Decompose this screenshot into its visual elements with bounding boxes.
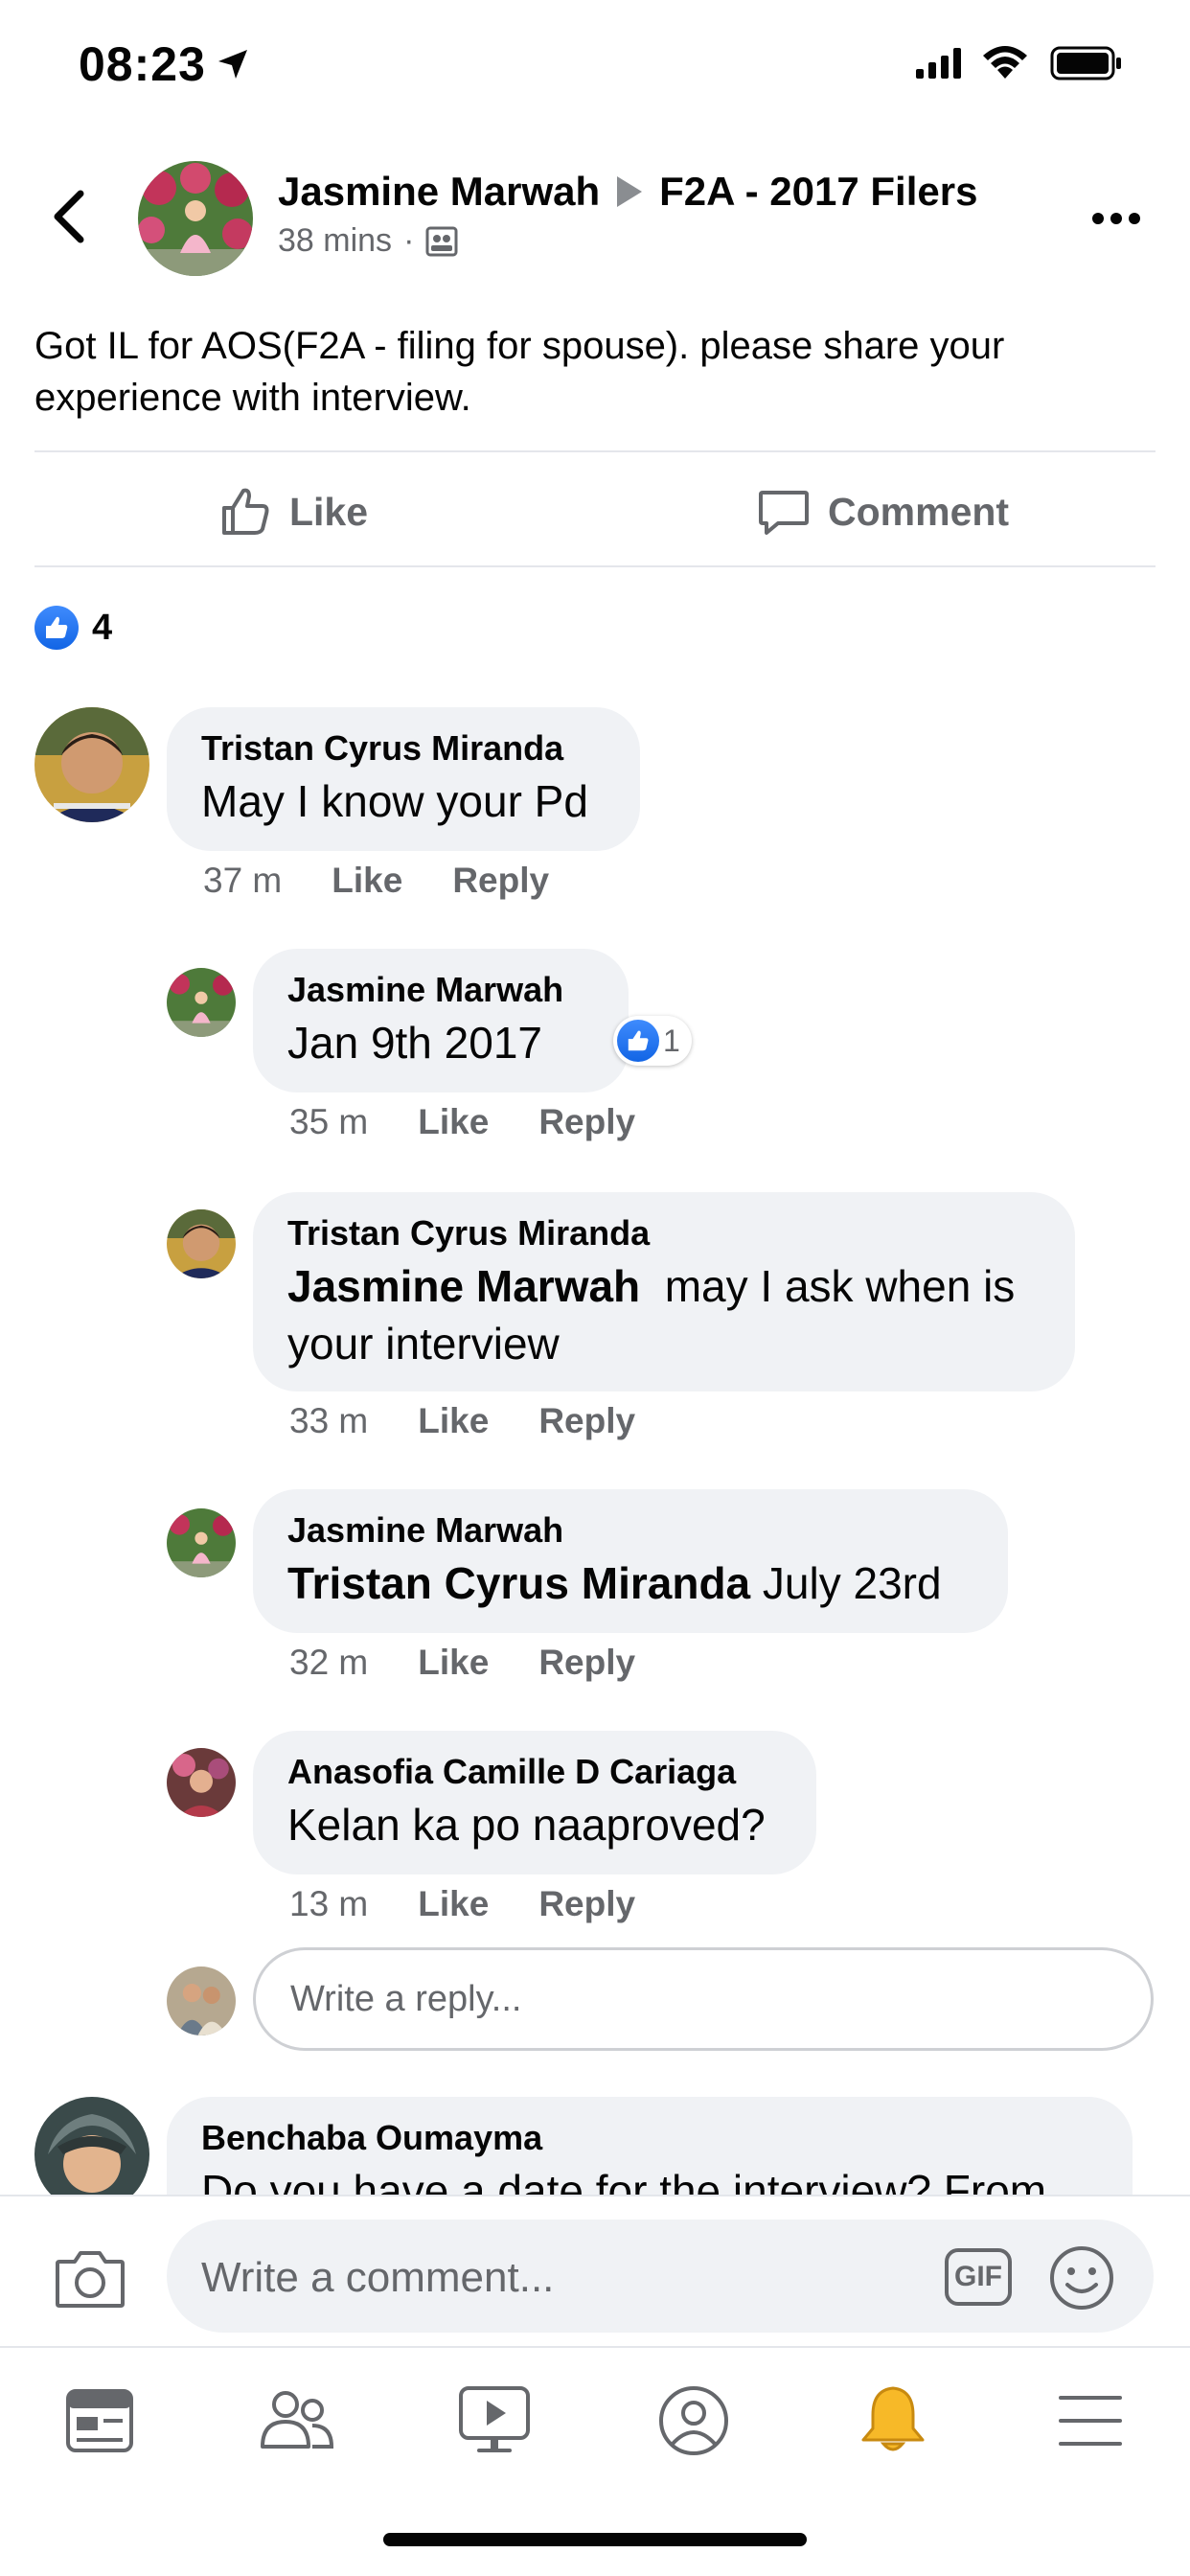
divider <box>34 450 1156 452</box>
comment-like-button[interactable]: Like <box>418 1102 489 1142</box>
comment-like-button[interactable]: Like <box>418 1643 489 1683</box>
cellular-signal-icon <box>916 48 961 79</box>
comment-text-wrap: Jasmine Marwah may I ask when is your in… <box>287 1257 1039 1372</box>
divider <box>34 565 1156 567</box>
comment-like-button[interactable]: Like <box>418 1401 489 1441</box>
reply-input[interactable]: Write a reply... <box>253 1947 1154 2051</box>
comment-reply-button[interactable]: Reply <box>452 861 549 901</box>
comment-reply-button[interactable]: Reply <box>538 1884 635 1924</box>
comment-time: 32 m <box>289 1643 369 1682</box>
post-meta: 38 mins · <box>278 222 458 260</box>
comment-composer: Write a comment... GIF <box>0 2195 1190 2346</box>
post-time[interactable]: 38 mins <box>278 222 392 260</box>
comment-author[interactable]: Jasmine Marwah <box>287 970 592 1010</box>
reaction-count: 4 <box>92 607 113 648</box>
comment-like-button[interactable]: Like <box>332 861 402 901</box>
comment-text: May I know your Pd <box>201 776 588 826</box>
commenter-avatar[interactable] <box>167 1748 236 1817</box>
comment-actions: 37 m Like Reply <box>203 861 549 901</box>
camera-icon[interactable] <box>54 2248 126 2310</box>
comment-like-button[interactable]: Like <box>418 1884 489 1924</box>
meta-separator: · <box>403 222 415 259</box>
comment-bubble-icon <box>759 491 809 535</box>
profile-icon <box>659 2386 728 2455</box>
comment-time: 37 m <box>203 861 283 900</box>
comment-author[interactable]: Jasmine Marwah <box>287 1510 972 1551</box>
notifications-icon <box>861 2386 925 2451</box>
comment-author[interactable]: Anasofia Camille D Cariaga <box>287 1752 780 1792</box>
emoji-icon[interactable] <box>1048 2244 1115 2312</box>
status-time: 08:23 <box>79 37 206 91</box>
comment-time: 13 m <box>289 1884 369 1923</box>
post-author-name[interactable]: Jasmine Marwah <box>278 169 600 215</box>
like-label: Like <box>289 489 369 534</box>
tab-watch[interactable] <box>456 2382 533 2459</box>
comment-bubble: Tristan Cyrus Miranda May I know your Pd <box>167 707 640 851</box>
tab-menu[interactable] <box>1052 2382 1129 2459</box>
watch-icon <box>459 2386 530 2452</box>
back-arrow-icon[interactable] <box>46 188 92 245</box>
post-group-name[interactable]: F2A - 2017 Filers <box>659 169 977 215</box>
comment-author[interactable]: Tristan Cyrus Miranda <box>287 1213 1039 1254</box>
gif-button[interactable]: GIF <box>945 2248 1012 2306</box>
comment-time: 33 m <box>289 1401 369 1440</box>
commenter-avatar[interactable] <box>34 707 149 822</box>
commenter-avatar[interactable] <box>167 1508 236 1577</box>
comment-bubble: Tristan Cyrus Miranda Jasmine Marwah may… <box>253 1192 1075 1392</box>
comment-label: Comment <box>828 489 1010 534</box>
comment-bubble: Anasofia Camille D Cariaga Kelan ka po n… <box>253 1731 816 1874</box>
comment-button[interactable]: Comment <box>757 485 1009 539</box>
arrow-right-icon <box>617 176 643 207</box>
menu-icon <box>1059 2396 1122 2446</box>
comment-text-wrap: Tristan Cyrus Miranda July 23rd <box>287 1554 972 1612</box>
comment-input[interactable]: Write a comment... GIF <box>167 2220 1154 2333</box>
comment-mention[interactable]: Tristan Cyrus Miranda <box>287 1558 750 1608</box>
status-bar: 08:23 <box>0 0 1190 126</box>
comment-reply-button[interactable]: Reply <box>538 1102 635 1142</box>
comment-time: 35 m <box>289 1102 369 1141</box>
wifi-icon <box>983 46 1027 79</box>
tab-notifications[interactable] <box>855 2382 931 2459</box>
reaction-summary[interactable]: 4 <box>34 606 112 650</box>
reply-placeholder: Write a reply... <box>290 1979 522 2019</box>
tab-profile[interactable] <box>655 2382 732 2459</box>
friends-icon <box>261 2391 334 2449</box>
commenter-avatar[interactable] <box>167 968 236 1037</box>
tab-friends[interactable] <box>259 2382 335 2459</box>
comment-actions: 13 m Like Reply <box>289 1884 635 1924</box>
comment-actions: 32 m Like Reply <box>289 1643 635 1683</box>
location-arrow-icon <box>218 50 247 79</box>
post-body: Got IL for AOS(F2A - filing for spouse).… <box>34 325 1005 419</box>
comment-reply-button[interactable]: Reply <box>538 1643 635 1683</box>
comment-text: July 23rd <box>762 1558 942 1608</box>
like-reaction-icon <box>617 1020 659 1062</box>
post-author-line: Jasmine Marwah F2A - 2017 Filers <box>278 169 977 215</box>
tab-news-feed[interactable] <box>61 2382 138 2459</box>
current-user-avatar <box>167 1966 236 2036</box>
comment-author[interactable]: Benchaba Oumayma <box>201 2118 1096 2158</box>
comment-mention[interactable]: Jasmine Marwah <box>287 1261 640 1311</box>
home-indicator[interactable] <box>383 2533 807 2546</box>
more-options-icon[interactable] <box>1092 213 1140 224</box>
comment-actions: 35 m Like Reply <box>289 1102 635 1142</box>
comment-reaction-chip[interactable]: 1 <box>613 1016 692 1066</box>
comment-bubble: Jasmine Marwah Tristan Cyrus Miranda Jul… <box>253 1489 1008 1633</box>
like-button[interactable]: Like <box>218 485 368 539</box>
like-reaction-icon <box>34 606 79 650</box>
news-feed-icon <box>66 2389 133 2452</box>
comment-bubble: Jasmine Marwah Jan 9th 2017 <box>253 949 629 1092</box>
comment-reply-button[interactable]: Reply <box>538 1401 635 1441</box>
comment-author[interactable]: Tristan Cyrus Miranda <box>201 728 604 769</box>
comment-placeholder: Write a comment... <box>201 2254 555 2301</box>
comment-text: Kelan ka po naaproved? <box>287 1800 766 1850</box>
comment-reaction-count: 1 <box>663 1023 680 1058</box>
battery-icon <box>1050 46 1121 80</box>
comment-actions: 33 m Like Reply <box>289 1401 635 1441</box>
post-author-avatar[interactable] <box>138 161 253 276</box>
thumbs-up-icon <box>222 488 269 535</box>
commenter-avatar[interactable] <box>167 1209 236 1278</box>
group-privacy-icon <box>425 226 458 256</box>
comment-text: Jan 9th 2017 <box>287 1018 543 1068</box>
